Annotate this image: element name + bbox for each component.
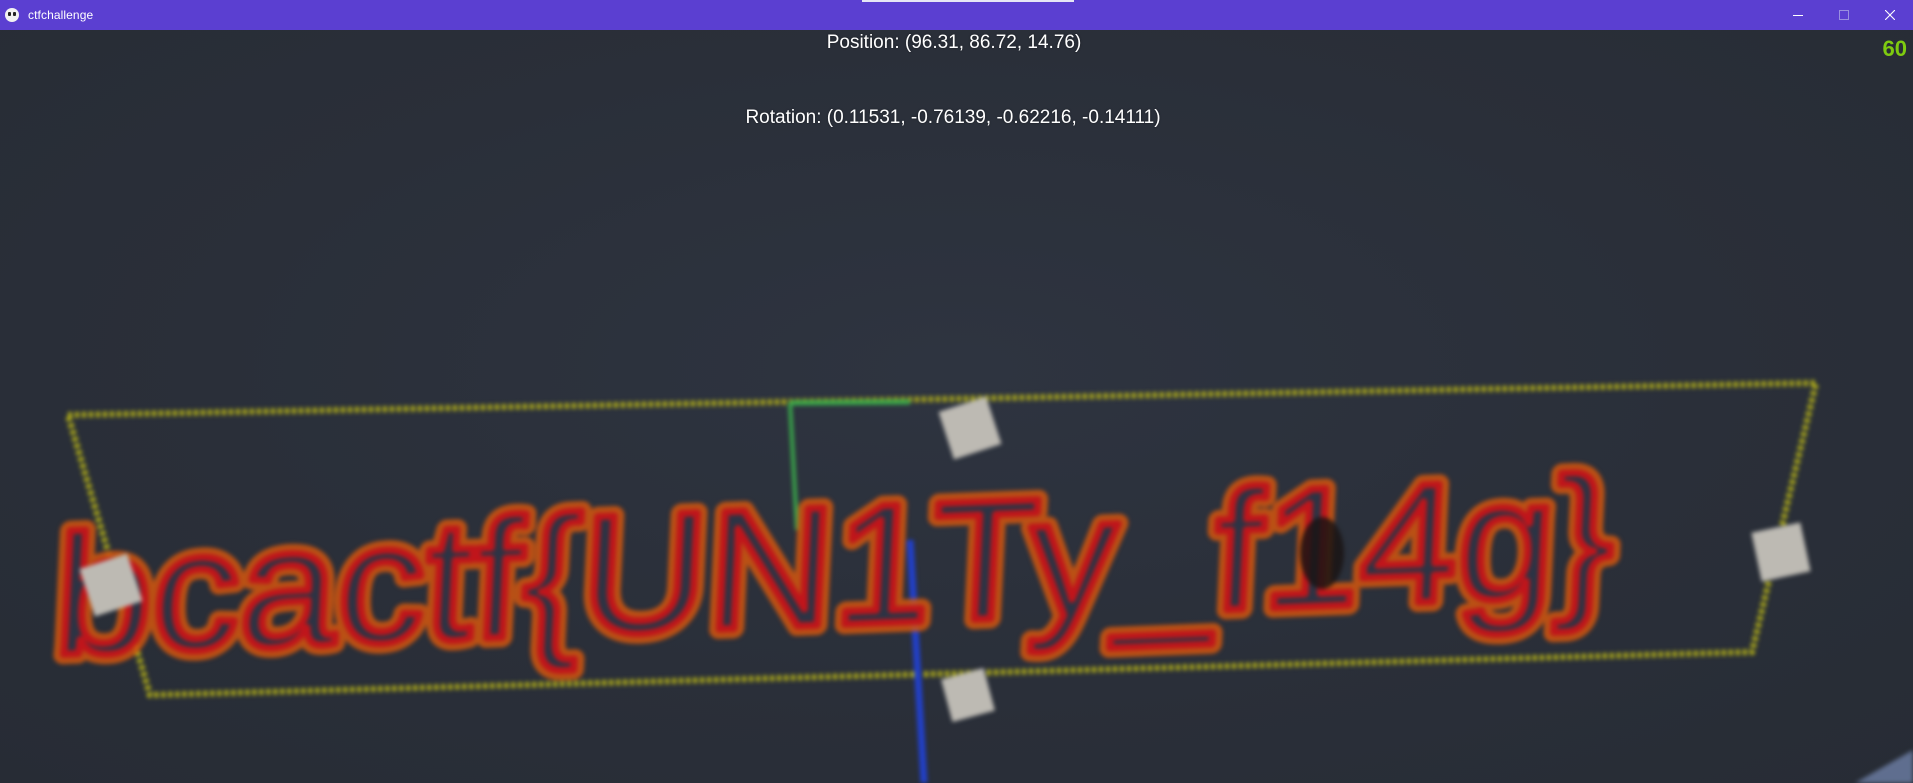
window-controls — [1775, 0, 1913, 30]
flag-text: bcactf{UN1Ty_f14g} — [51, 442, 1619, 692]
maximize-icon — [1839, 10, 1849, 20]
dark-smudge — [1300, 517, 1344, 589]
position-readout: Position: (96.31, 86.72, 14.76) — [826, 32, 1082, 53]
rotation-readout: Rotation: (0.11531, -0.76139, -0.62216, … — [745, 107, 1161, 128]
window-title: ctfchallenge — [28, 8, 94, 22]
game-viewport[interactable]: bcactf{UN1Ty_f14g} bcactf{UN1Ty_f14g} Po… — [0, 30, 1913, 783]
fps-counter: 60 — [1882, 36, 1907, 61]
close-icon — [1885, 10, 1895, 20]
3d-scene: bcactf{UN1Ty_f14g} bcactf{UN1Ty_f14g} — [41, 380, 1913, 783]
game-window: ctfchallenge bcactf{UN1Ty_f14g} bcactf{U… — [0, 0, 1913, 783]
minimize-icon — [1793, 15, 1803, 16]
title-bar[interactable]: ctfchallenge — [0, 0, 1913, 30]
axis-green-top — [789, 399, 911, 406]
title-bar-highlight — [862, 0, 1074, 2]
minimize-button[interactable] — [1775, 0, 1821, 30]
close-button[interactable] — [1867, 0, 1913, 30]
gizmo-handle-right — [1751, 522, 1811, 582]
gizmo-handle-top — [938, 396, 1002, 460]
maximize-button[interactable] — [1821, 0, 1867, 30]
ground-plane-edge — [1855, 750, 1913, 783]
unity-app-icon — [5, 8, 19, 22]
